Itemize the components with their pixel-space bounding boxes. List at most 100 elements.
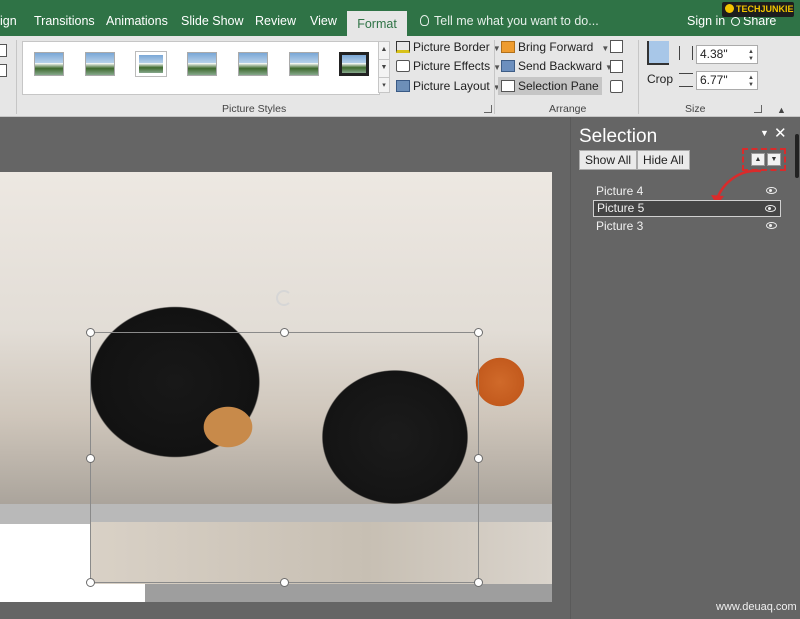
gallery-up-icon[interactable]: ▲ [379, 42, 389, 60]
width-input[interactable]: 6.77" ▲ ▼ [696, 71, 758, 90]
selection-item-picture-3[interactable]: Picture 3 [593, 218, 781, 235]
picture-layout-label: Picture Layout [413, 79, 490, 93]
group-separator [16, 40, 17, 114]
picture-effects-label: Picture Effects [413, 59, 491, 73]
spin-down-icon[interactable]: ▼ [748, 56, 754, 62]
adjust-icon-2[interactable] [0, 64, 7, 77]
group-separator [638, 40, 639, 114]
size-group-label: Size [685, 103, 706, 115]
item-label: Picture 4 [596, 184, 644, 198]
selection-pane-label: Selection Pane [518, 79, 599, 93]
hide-all-button[interactable]: Hide All [637, 150, 690, 170]
tab-animations[interactable]: Animations [106, 14, 168, 28]
gallery-more-icon[interactable]: ▾ [379, 78, 389, 95]
selection-pane: Selection ▼ ✕ Show All Hide All ▲ ▼ Pict… [570, 117, 800, 619]
align-icon[interactable] [610, 40, 623, 53]
logo-mark-icon [725, 4, 734, 13]
send-backward-icon [501, 60, 515, 72]
selection-frame[interactable] [90, 332, 479, 583]
resize-handle[interactable] [474, 578, 483, 587]
height-input[interactable]: 4.38" ▲ ▼ [696, 45, 758, 64]
resize-handle[interactable] [86, 328, 95, 337]
tell-me-text: Tell me what you want to do... [434, 14, 599, 28]
picture-style-2[interactable] [85, 52, 115, 76]
picture-style-3[interactable] [135, 51, 167, 77]
ribbon-tab-bar: ign Transitions Animations Slide Show Re… [0, 0, 800, 37]
spin-down-icon[interactable]: ▼ [748, 82, 754, 88]
rotate-icon[interactable] [610, 80, 623, 93]
width-icon [679, 73, 693, 87]
chevron-down-icon: ▼ [601, 44, 610, 53]
techjunkie-logo: TECHJUNKIE [722, 2, 794, 17]
tab-design[interactable]: ign [0, 14, 17, 28]
tab-format[interactable]: Format [347, 11, 407, 37]
resize-handle[interactable] [280, 328, 289, 337]
send-backward-label: Send Backward [518, 59, 603, 73]
picture-effects-icon [396, 60, 410, 72]
tab-view[interactable]: View [310, 14, 337, 28]
pane-title: Selection [579, 126, 658, 147]
spin-up-icon[interactable]: ▲ [748, 49, 754, 55]
bring-forward-arrow-icon[interactable]: ▲ [751, 153, 765, 166]
picture-style-7[interactable] [339, 52, 369, 76]
height-value: 4.38" [700, 47, 728, 61]
picture-layout-button[interactable]: Picture Layout ▼ [396, 77, 501, 95]
selection-item-picture-5[interactable]: Picture 5 [593, 200, 781, 217]
dialog-launcher-icon[interactable] [484, 105, 492, 113]
close-icon[interactable]: ✕ [774, 124, 787, 142]
send-backward-button[interactable]: Send Backward ▼ [501, 57, 613, 75]
collapse-ribbon-icon[interactable]: ▲ [777, 105, 786, 115]
pane-options-icon[interactable]: ▼ [760, 128, 769, 138]
tab-review[interactable]: Review [255, 14, 296, 28]
tab-slide-show[interactable]: Slide Show [181, 14, 244, 28]
dialog-launcher-icon[interactable] [754, 105, 762, 113]
bring-forward-icon [501, 41, 515, 53]
picture-border-label: Picture Border [413, 40, 490, 54]
picture-style-1[interactable] [34, 52, 64, 76]
tell-me-search[interactable]: Tell me what you want to do... [420, 14, 599, 28]
group-separator [494, 40, 495, 114]
selection-pane-button[interactable]: Selection Pane [498, 77, 602, 95]
show-all-button[interactable]: Show All [579, 150, 638, 170]
picture-style-5[interactable] [238, 52, 268, 76]
height-icon [679, 46, 693, 60]
group-objects-icon[interactable] [610, 60, 623, 73]
bring-forward-button[interactable]: Bring Forward ▼ [501, 38, 609, 56]
send-backward-arrow-icon[interactable]: ▼ [767, 153, 781, 166]
picture-layout-icon [396, 80, 410, 92]
pane-resize-grip[interactable] [795, 134, 799, 178]
arrange-group-label: Arrange [549, 103, 587, 115]
picture-style-4[interactable] [187, 52, 217, 76]
resize-handle[interactable] [474, 328, 483, 337]
selection-item-picture-4[interactable]: Picture 4 [593, 183, 781, 200]
bring-forward-label: Bring Forward [518, 40, 594, 54]
sign-in-link[interactable]: Sign in [687, 14, 725, 28]
resize-handle[interactable] [86, 578, 95, 587]
gallery-scrollbar[interactable]: ▲ ▼ ▾ [378, 41, 390, 93]
crop-button[interactable]: Crop [647, 72, 673, 86]
eye-icon[interactable] [766, 222, 777, 229]
picture-effects-button[interactable]: Picture Effects ▼ [396, 57, 501, 75]
lightbulb-icon [420, 15, 429, 26]
crop-icon[interactable] [647, 41, 669, 65]
selection-pane-icon [501, 80, 515, 92]
picture-style-6[interactable] [289, 52, 319, 76]
width-value: 6.77" [700, 73, 728, 87]
slide-canvas[interactable] [0, 172, 552, 602]
picture-border-icon [396, 41, 410, 53]
eye-icon[interactable] [766, 187, 777, 194]
resize-handle[interactable] [474, 454, 483, 463]
gallery-down-icon[interactable]: ▼ [379, 60, 389, 78]
tab-transitions[interactable]: Transitions [34, 14, 95, 28]
eye-icon[interactable] [765, 205, 776, 212]
ribbon-format: ▲ ▼ ▾ Picture Border ▼ Picture Effects ▼ P… [0, 36, 800, 117]
person-icon [731, 17, 740, 26]
picture-3-edge[interactable] [145, 584, 552, 602]
picture-border-button[interactable]: Picture Border ▼ [396, 38, 501, 56]
adjust-icon[interactable] [0, 44, 7, 57]
resize-handle[interactable] [86, 454, 95, 463]
picture-styles-group-label: Picture Styles [222, 103, 287, 115]
spin-up-icon[interactable]: ▲ [748, 75, 754, 81]
resize-handle[interactable] [280, 578, 289, 587]
rotate-handle-icon[interactable] [276, 290, 292, 306]
